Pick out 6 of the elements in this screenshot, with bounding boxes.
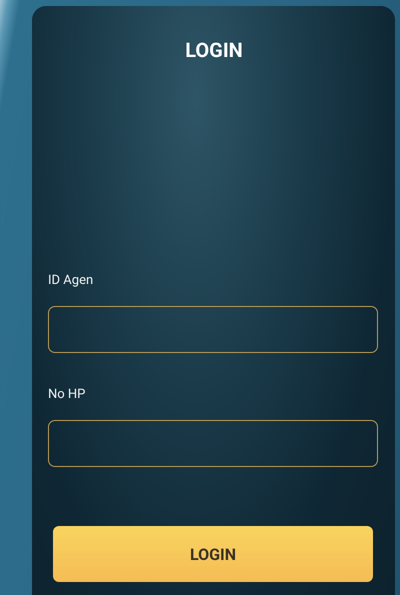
input-field[interactable] bbox=[48, 306, 378, 353]
field-label: ID Agen bbox=[48, 273, 94, 289]
input-field[interactable] bbox=[48, 420, 378, 467]
login-title: LOGIN bbox=[185, 38, 243, 62]
field-label: No HP bbox=[48, 387, 86, 403]
login-button[interactable]: LOGIN bbox=[53, 526, 373, 582]
